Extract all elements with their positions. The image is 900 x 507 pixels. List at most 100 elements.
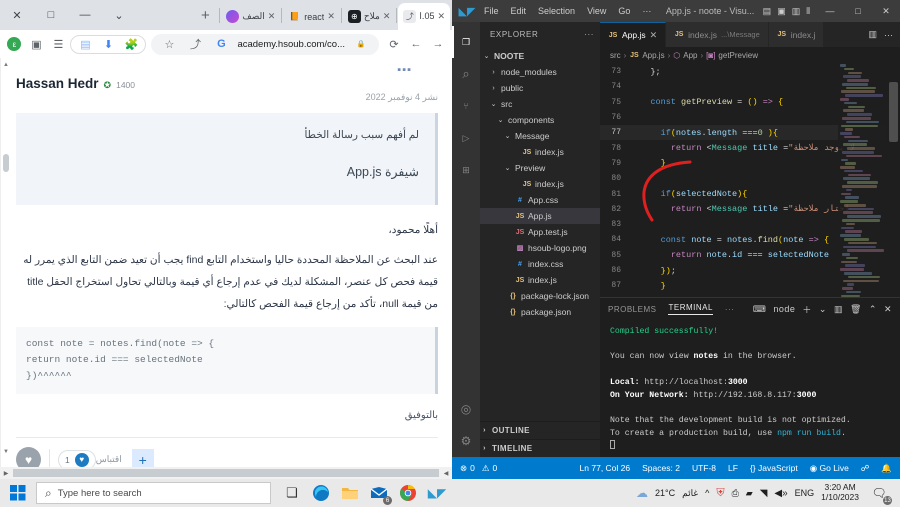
close-icon[interactable]: ✕: [650, 30, 658, 41]
tree-item-components[interactable]: ⌄ components: [480, 112, 600, 128]
chevron-up-icon[interactable]: ^: [705, 488, 709, 498]
search-icon[interactable]: ⌕: [452, 58, 480, 90]
tree-item-preview[interactable]: ⌄ Preview: [480, 160, 600, 176]
line-content[interactable]: };: [630, 67, 660, 77]
explorer-icon[interactable]: ❐: [452, 26, 480, 58]
breadcrumb-symbol-getpreview[interactable]: getPreview: [718, 51, 758, 60]
breadcrumb-symbol-app[interactable]: App: [683, 51, 697, 60]
close-icon[interactable]: ✕: [327, 11, 335, 22]
menu-more-icon[interactable]: ···: [636, 0, 657, 22]
warning-count[interactable]: 0: [492, 463, 497, 473]
editor-vertical-scrollbar[interactable]: [886, 64, 900, 297]
feedback-icon[interactable]: ☍: [861, 463, 870, 474]
battery-icon[interactable]: ▰: [746, 488, 753, 499]
panel-tab-terminal[interactable]: TERMINAL: [668, 303, 713, 315]
download-icon[interactable]: ⬇: [98, 34, 118, 54]
extensions-puzzle-icon[interactable]: 🧩: [121, 34, 141, 54]
temperature[interactable]: 21°C: [655, 488, 675, 498]
maximize-panel-icon[interactable]: ⌃: [869, 304, 877, 315]
breadcrumb-file[interactable]: App.js: [642, 51, 664, 60]
shield-icon[interactable]: ⛨: [716, 487, 724, 500]
editor-tab-index-js-message[interactable]: JS index.js ...\Message: [666, 22, 769, 47]
close-icon[interactable]: ✕: [268, 11, 276, 22]
go-live-button[interactable]: ◉ Go Live: [810, 463, 849, 474]
tree-item-app-test-js[interactable]: JS App.test.js: [480, 224, 600, 240]
panel-more-icon[interactable]: ···: [725, 305, 735, 314]
tree-item-message[interactable]: ⌄ Message: [480, 128, 600, 144]
source-control-icon[interactable]: ⑂: [452, 90, 480, 122]
address-bar[interactable]: 🔒 academy.hsoub.com/co... G ⤴ ☆: [151, 33, 379, 55]
window-close-button[interactable]: ✕: [0, 0, 34, 30]
vscode-minimize-button[interactable]: —: [816, 0, 844, 22]
close-icon[interactable]: ✕: [437, 11, 445, 22]
window-chevron-icon[interactable]: ⌄: [102, 0, 136, 30]
terminal-output[interactable]: Compiled successfully! You can now view …: [600, 320, 900, 461]
language-mode[interactable]: {} JavaScript: [750, 463, 798, 473]
line-content[interactable]: return <Message title ="لا يوجد ملاحظة: [630, 143, 855, 153]
line-content[interactable]: if(selectedNote){: [630, 189, 748, 199]
tree-item-package-lock-json[interactable]: {} package-lock.json: [480, 288, 600, 304]
tree-item-hsoub-logo-png[interactable]: ▨ hsoub-logo.png: [480, 240, 600, 256]
browser-menu-icon[interactable]: ⋮: [0, 34, 2, 54]
layout-icon[interactable]: ⫴: [806, 6, 810, 17]
chrome-icon[interactable]: [395, 480, 421, 506]
panel-left-icon[interactable]: ▤: [763, 6, 772, 17]
settings-gear-icon[interactable]: ⚙: [452, 425, 480, 457]
vscode-maximize-button[interactable]: □: [844, 0, 872, 22]
cloud-icon[interactable]: ☁: [636, 486, 648, 500]
doc-icon[interactable]: ▤: [75, 34, 95, 54]
line-content[interactable]: const getPreview = () => {: [630, 97, 783, 107]
indentation[interactable]: Spaces: 2: [642, 463, 680, 473]
panel-right-icon[interactable]: ▥: [792, 6, 801, 17]
mail-icon[interactable]: 6: [366, 480, 392, 506]
page-vertical-scrollbar[interactable]: ▲ ▼: [0, 58, 10, 479]
post-author[interactable]: Hassan Hedr: [16, 76, 99, 91]
close-panel-icon[interactable]: ✕: [884, 304, 892, 315]
windows-logo-icon[interactable]: [0, 479, 36, 507]
code-editor[interactable]: 73 }; 74 75 const getPreview = () => {76 77…: [600, 64, 900, 297]
reload-icon[interactable]: ⟳: [384, 34, 404, 54]
menu-go[interactable]: Go: [612, 0, 636, 22]
window-minimize-button[interactable]: —: [68, 0, 102, 30]
editor-tab-index-js[interactable]: JS index.j: [768, 22, 825, 47]
extension-group[interactable]: ▤ ⬇ 🧩: [70, 34, 147, 54]
split-terminal-icon[interactable]: ▥: [834, 304, 843, 315]
browser-tab[interactable]: 📙 react ✕: [283, 3, 340, 30]
browser-tab[interactable]: ⊕ ملاح ✕: [343, 3, 396, 30]
line-content[interactable]: return note.id === selectedNote: [630, 250, 829, 260]
line-content[interactable]: }: [630, 281, 666, 291]
editor-tab-app-js[interactable]: JS App.js ✕: [600, 22, 667, 47]
volume-icon[interactable]: ◀»: [774, 488, 787, 499]
scroll-down-icon[interactable]: ▼: [1, 447, 11, 457]
tree-item-index-js[interactable]: JS index.js: [480, 272, 600, 288]
bookmark-star-icon[interactable]: ☆: [159, 34, 179, 54]
profile-avatar[interactable]: ε: [4, 34, 24, 54]
end-of-line[interactable]: LF: [728, 463, 738, 473]
outline-section[interactable]: › OUTLINE: [480, 421, 600, 439]
tree-item-index-css[interactable]: # index.css: [480, 256, 600, 272]
minimap[interactable]: [838, 64, 886, 297]
menu-view[interactable]: View: [581, 0, 612, 22]
explorer-more-icon[interactable]: ···: [584, 30, 594, 39]
playlist-icon[interactable]: ☰: [48, 34, 68, 54]
terminal-shell-name[interactable]: node: [773, 304, 795, 314]
back-icon[interactable]: ←: [406, 34, 426, 54]
error-count[interactable]: 0: [470, 463, 475, 473]
line-content[interactable]: return (: [630, 296, 702, 297]
window-maximize-button[interactable]: □: [34, 0, 68, 30]
tree-item-index-js[interactable]: JS index.js: [480, 176, 600, 192]
quote-button[interactable]: اقتباس: [96, 454, 122, 465]
extensions-icon[interactable]: ⊞: [452, 154, 480, 186]
tree-item-noote[interactable]: ⌄ NOOTE: [480, 48, 600, 64]
new-terminal-icon[interactable]: ＋: [802, 303, 812, 316]
close-icon[interactable]: ✕: [383, 11, 391, 22]
scroll-left-icon[interactable]: ◀: [440, 470, 452, 477]
cursor-position[interactable]: Ln 77, Col 26: [580, 463, 631, 473]
menu-selection[interactable]: Selection: [532, 0, 581, 22]
scroll-thumb[interactable]: [3, 154, 9, 172]
scroll-right-icon[interactable]: ▶: [0, 470, 12, 477]
edge-icon[interactable]: [308, 480, 334, 506]
line-content[interactable]: if(notes.length ===0 ){: [630, 128, 778, 138]
panel-bottom-icon[interactable]: ▣: [777, 6, 786, 17]
line-content[interactable]: }: [630, 158, 666, 168]
